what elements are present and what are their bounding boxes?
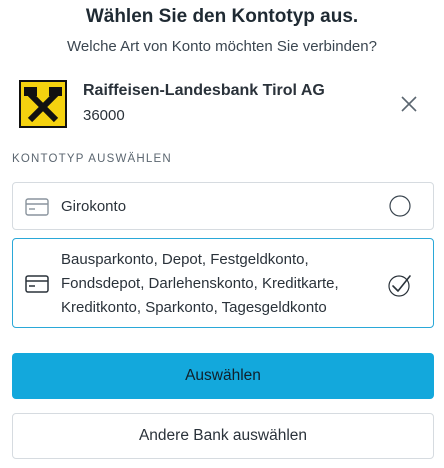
account-type-option-girokonto[interactable]: Girokonto (12, 182, 434, 230)
bank-name: Raiffeisen-Landesbank Tirol AG (83, 82, 325, 99)
account-type-option-other[interactable]: Bausparkonto, Depot, Festgeldkonto, Fond… (12, 238, 434, 328)
other-bank-button[interactable]: Andere Bank auswählen (12, 413, 434, 459)
page-subtitle: Welche Art von Konto möchten Sie verbind… (67, 38, 377, 55)
section-label: KONTOTYP AUSWÄHLEN (12, 153, 172, 165)
select-button[interactable]: Auswählen (12, 353, 434, 399)
option-label: Bausparkonto, Depot, Festgeldkonto, Fond… (61, 251, 339, 316)
selected-bank: Raiffeisen-Landesbank Tirol AG 36000 (19, 80, 425, 128)
bank-code: 36000 (83, 107, 125, 124)
radio-unselected-icon[interactable] (389, 195, 411, 217)
card-icon (25, 275, 49, 293)
page-title: Wählen Sie den Kontotyp aus. (85, 6, 359, 27)
option-label: Girokonto (61, 198, 127, 215)
close-icon[interactable] (397, 92, 421, 116)
raiffeisen-logo-icon (19, 80, 67, 128)
card-icon (25, 198, 49, 216)
radio-selected-check-icon[interactable] (387, 272, 413, 298)
